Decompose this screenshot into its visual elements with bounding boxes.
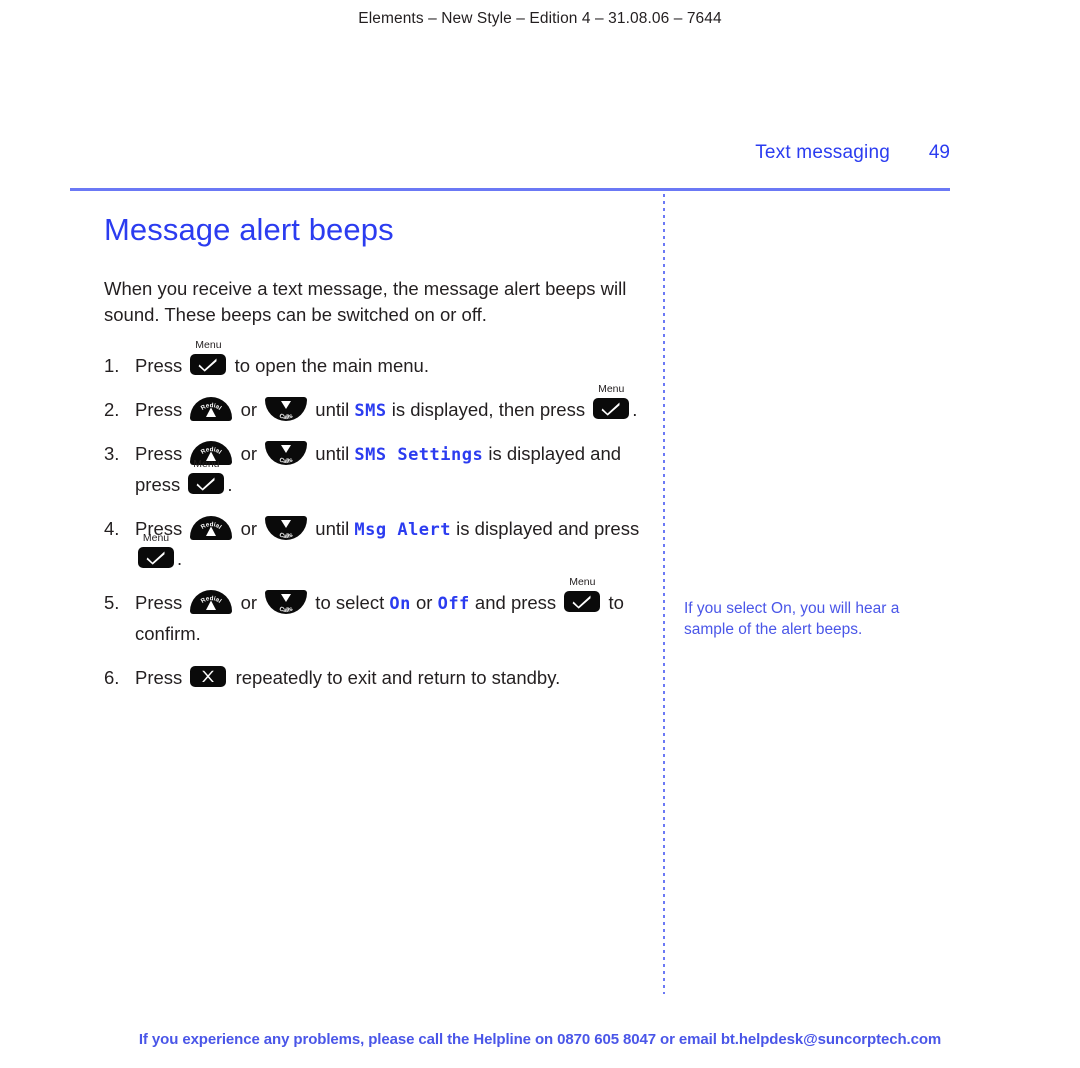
redial-up-key-glyph: Redial [200,402,223,417]
calls-down-key-glyph: Calls [278,400,295,421]
step-text-run: or [235,443,263,465]
menu-key-caption: Menu [193,457,220,470]
step-text-run: . [632,398,638,420]
menu-key-pad [190,353,227,375]
step-number: 2. [104,398,120,420]
step-text-run: is displayed, then press [386,398,591,420]
calls-down-key-icon: Calls [265,515,308,540]
calls-down-key-icon: Calls [265,441,308,466]
instruction-step: 3. Press Redial or Calls until SMS Settin… [104,439,649,500]
calls-down-key-glyph: Calls [278,594,295,614]
display-text: Off [437,594,470,615]
menu-key-caption: Menu [569,576,596,589]
main-content-column: Message alert beeps When you receive a t… [104,212,649,707]
instruction-step: 5. Press Redial or Calls to select On or … [104,577,649,649]
step-text-run: Press [135,354,188,376]
step-text-run: and press [469,592,562,614]
menu-key-caption: Menu [598,382,625,395]
page-number: 49 [928,142,950,163]
menu-key-pad [593,397,630,419]
redial-up-key-icon: Redial [190,396,233,421]
step-text-run: to open the main menu. [229,354,429,376]
instruction-steps-list: 1. Press Menu to open the main menu. 2. Pre… [104,339,649,693]
step-text-run: Press [135,398,188,420]
step-text-run: or [235,398,263,420]
step-body: Press Menu to open the main menu. [135,339,429,376]
page-footer-helpline: If you experience any problems, please c… [138,1031,942,1048]
vertical-dotted-separator [663,194,665,994]
redial-up-key-glyph: Redial [200,521,223,536]
svg-text:Calls: Calls [278,456,294,465]
step-text-run: . [227,473,233,495]
step-text-run: until [310,398,355,420]
instruction-step: 6. Press repeatedly to exit and return to… [104,663,649,693]
display-text: Msg Alert [354,519,452,540]
calls-down-key-glyph: Calls [278,445,295,465]
step-text-run: is displayed and press [451,517,640,539]
redial-up-key-icon: Redial [190,515,233,540]
menu-key-icon: Menu [564,577,601,613]
instruction-step: 2. Press Redial or Calls until SMS is dis… [104,383,649,426]
step-text-run: until [310,443,355,465]
display-text: SMS Settings [354,445,484,466]
step-number: 6. [104,666,120,688]
step-text-run: or [235,592,263,614]
svg-text:Calls: Calls [278,605,294,614]
step-number: 5. [104,592,120,614]
page-title: Message alert beeps [104,212,394,247]
menu-key-icon: Menu [188,458,225,494]
step-text-run: or [410,592,438,614]
menu-key-caption: Menu [142,532,170,545]
horizontal-rule [70,188,950,191]
step-number: 3. [104,443,120,465]
display-text: SMS [354,400,387,421]
cancel-key-icon [190,665,227,687]
menu-key-pad [138,547,174,569]
sidebar-note-block: If you select On, you will hear a sample… [684,598,934,641]
step-body: Press repeatedly to exit and return to s… [135,665,561,688]
step-body: Press Redial or Calls until Msg Alert is… [135,515,640,570]
redial-up-key-glyph: Redial [200,595,223,611]
step-body: Press Redial or Calls until SMS Settings… [135,441,621,495]
menu-key-caption: Menu [195,338,222,351]
display-text: On [389,594,411,615]
intro-paragraph: When you receive a text message, the mes… [104,278,627,326]
step-number: 4. [104,517,120,539]
step-text-run: until [310,517,355,539]
step-text-run: Press [135,443,188,465]
step-body: Press Redial or Calls until SMS is displ… [135,383,638,421]
running-head: Text messaging 49 [600,142,950,164]
calls-down-key-glyph: Calls [278,519,295,540]
page-header: Elements – New Style – Edition 4 – 31.08… [358,10,722,27]
cancel-key-pad [190,665,227,687]
svg-text:Calls: Calls [278,531,294,540]
redial-up-key-icon: Redial [190,590,233,615]
instruction-step: 4. Press Redial or Calls until Msg Alert … [104,514,649,575]
svg-text:Calls: Calls [278,412,294,421]
step-body: Press Redial or Calls to select On or Of… [135,577,624,644]
step-text-run: Press [135,592,188,614]
step-number: 1. [104,354,120,376]
menu-key-icon: Menu [190,339,227,375]
step-text-run: . [177,548,183,570]
calls-down-key-icon: Calls [265,590,308,615]
step-text-run: Press [135,666,188,688]
sidebar-note-text: If you select On, you will hear a sample… [684,600,900,639]
running-head-title: Text messaging [755,142,890,163]
menu-key-pad [564,591,601,613]
menu-key-icon: Menu [138,533,174,569]
step-text-run: to select [310,592,390,614]
step-text-run: repeatedly to exit and return to standby… [230,666,561,688]
step-text-run: or [235,517,263,539]
menu-key-pad [188,472,225,494]
calls-down-key-icon: Calls [265,396,308,421]
instruction-step: 1. Press Menu to open the main menu. [104,339,649,381]
menu-key-icon: Menu [593,383,630,419]
